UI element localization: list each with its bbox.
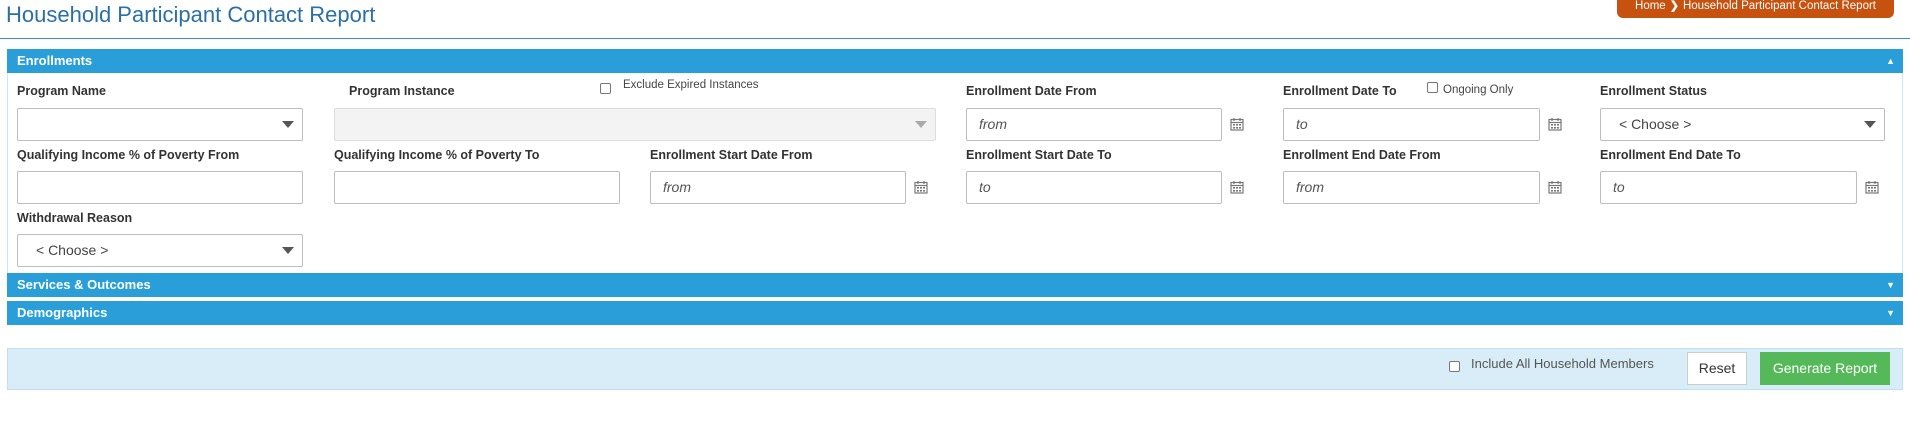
- breadcrumb: Home ❯ Household Participant Contact Rep…: [1617, 0, 1894, 18]
- breadcrumb-home[interactable]: Home: [1635, 0, 1666, 12]
- enrollment-status-label: Enrollment Status: [1600, 84, 1707, 98]
- services-outcomes-panel-header[interactable]: Services & Outcomes ▼: [7, 273, 1903, 297]
- enrollment-date-to-label: Enrollment Date To: [1283, 84, 1397, 98]
- start-date-from-label: Enrollment Start Date From: [650, 148, 813, 162]
- end-date-from-input[interactable]: from: [1283, 171, 1540, 204]
- program-instance-value: [335, 116, 353, 132]
- enrollments-panel-title: Enrollments: [17, 53, 93, 68]
- chevron-down-icon: [282, 247, 294, 254]
- program-name-value: [18, 116, 36, 132]
- start-date-from-input[interactable]: from: [650, 171, 906, 204]
- include-household-checkbox[interactable]: [1449, 361, 1460, 372]
- enrollment-date-to-input[interactable]: to: [1283, 108, 1540, 141]
- enrollment-date-from-input[interactable]: from: [966, 108, 1222, 141]
- end-date-to-label: Enrollment End Date To: [1600, 148, 1741, 162]
- calendar-icon[interactable]: [1548, 180, 1562, 194]
- enrollments-panel-header[interactable]: Enrollments ▲: [7, 49, 1903, 73]
- exclude-expired-checkbox[interactable]: [600, 83, 611, 94]
- calendar-icon[interactable]: [1548, 117, 1562, 131]
- page-title: Household Participant Contact Report: [6, 2, 376, 27]
- ongoing-only-checkbox[interactable]: [1427, 82, 1438, 93]
- expand-icon: ▼: [1886, 308, 1895, 318]
- calendar-icon[interactable]: [1230, 117, 1244, 131]
- enrollment-date-from-placeholder: from: [979, 116, 1007, 132]
- calendar-icon[interactable]: [1230, 180, 1244, 194]
- income-to-value: [335, 179, 353, 195]
- enrollment-status-select[interactable]: < Choose >: [1600, 108, 1885, 141]
- collapse-icon: ▲: [1886, 56, 1895, 66]
- reset-button[interactable]: Reset: [1687, 352, 1747, 385]
- ongoing-only-label: Ongoing Only: [1443, 84, 1514, 96]
- chevron-down-icon: [915, 121, 927, 128]
- start-date-to-placeholder: to: [979, 179, 991, 195]
- income-to-input[interactable]: [334, 171, 620, 204]
- withdrawal-reason-label: Withdrawal Reason: [17, 211, 133, 225]
- start-date-from-placeholder: from: [663, 179, 691, 195]
- chevron-right-icon: ❯: [1669, 0, 1679, 12]
- breadcrumb-current: Household Participant Contact Report: [1682, 0, 1876, 12]
- program-name-select[interactable]: [17, 108, 303, 141]
- start-date-to-input[interactable]: to: [966, 171, 1222, 204]
- program-instance-select[interactable]: [334, 108, 936, 141]
- withdrawal-reason-select[interactable]: < Choose >: [17, 234, 303, 267]
- title-divider: [0, 38, 1910, 39]
- expand-icon: ▼: [1886, 280, 1895, 290]
- calendar-icon[interactable]: [914, 180, 928, 194]
- end-date-from-placeholder: from: [1296, 179, 1324, 195]
- enrollment-date-from-label: Enrollment Date From: [966, 84, 1097, 98]
- end-date-to-input[interactable]: to: [1600, 171, 1857, 204]
- end-date-from-label: Enrollment End Date From: [1283, 148, 1441, 162]
- income-from-label: Qualifying Income % of Poverty From: [17, 148, 240, 162]
- program-name-label: Program Name: [17, 84, 106, 98]
- calendar-icon[interactable]: [1865, 180, 1879, 194]
- end-date-to-placeholder: to: [1613, 179, 1625, 195]
- income-to-label: Qualifying Income % of Poverty To: [334, 148, 540, 162]
- income-from-input[interactable]: [17, 171, 303, 204]
- services-outcomes-panel-title: Services & Outcomes: [17, 277, 151, 292]
- start-date-to-label: Enrollment Start Date To: [966, 148, 1112, 162]
- demographics-panel-header[interactable]: Demographics ▼: [7, 301, 1903, 325]
- enrollment-status-value: < Choose >: [1619, 116, 1692, 132]
- withdrawal-reason-value: < Choose >: [36, 242, 109, 258]
- program-instance-label: Program Instance: [349, 84, 455, 98]
- enrollment-date-to-placeholder: to: [1296, 116, 1308, 132]
- demographics-panel-title: Demographics: [17, 305, 108, 320]
- income-from-value: [18, 179, 36, 195]
- include-household-label: Include All Household Members: [1471, 356, 1654, 371]
- chevron-down-icon: [1864, 121, 1876, 128]
- exclude-expired-label: Exclude Expired Instances: [623, 79, 759, 91]
- chevron-down-icon: [282, 121, 294, 128]
- generate-report-button[interactable]: Generate Report: [1760, 352, 1890, 385]
